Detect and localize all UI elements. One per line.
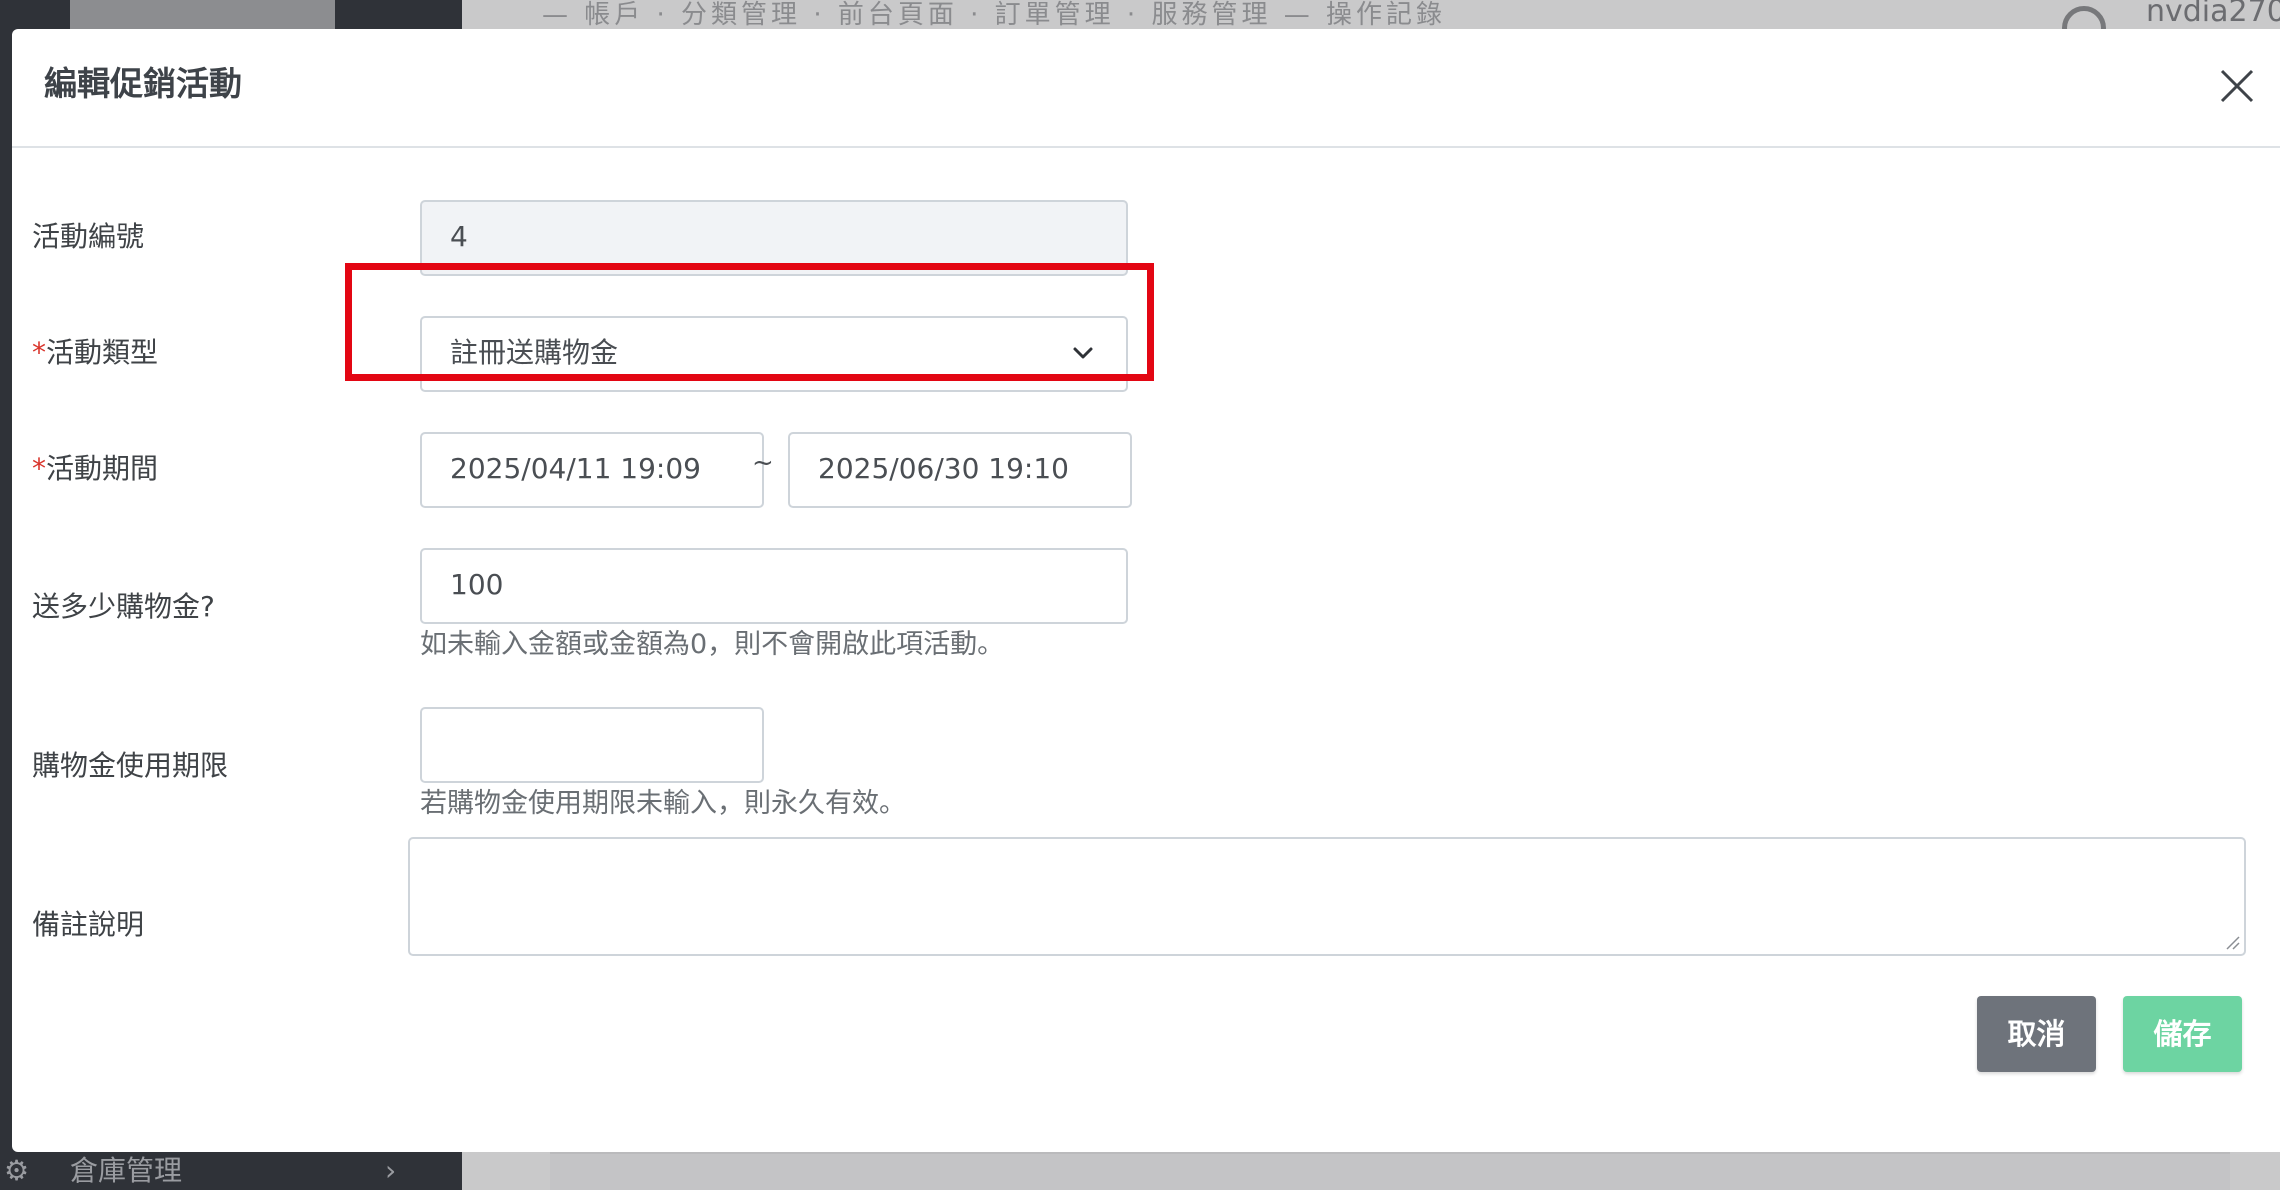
edit-promotion-modal: 編輯促銷活動 — [12, 29, 2280, 1152]
background-sidebar-item-warehouse: ⚙ 倉庫管理 › — [0, 1152, 462, 1190]
notes-label: 備註說明 — [32, 908, 145, 941]
close-button[interactable] — [2212, 61, 2262, 111]
end-datetime-value: 2025/06/30 19:10 — [818, 452, 1069, 485]
background-sidebar-item-label: 倉庫管理 — [70, 1154, 183, 1187]
credit-amount-label: 送多少購物金? — [32, 590, 215, 623]
credit-amount-value: 100 — [450, 568, 504, 601]
modal-header: 編輯促銷活動 — [12, 29, 2280, 148]
activity-id-value: 4 — [450, 220, 468, 253]
credit-expiry-label: 購物金使用期限 — [32, 749, 229, 782]
background-sidebar-highlight — [70, 0, 335, 30]
background-nav-links: — 帳戶 · 分類管理 · 前台頁面 · 訂單管理 · 服務管理 — 操作記錄 — [542, 0, 1446, 30]
activity-type-label: *活動類型 — [32, 333, 158, 373]
activity-period-label-text: 活動期間 — [46, 452, 159, 485]
end-datetime-input[interactable]: 2025/06/30 19:10 — [788, 432, 1132, 508]
background-content — [550, 1152, 2230, 1190]
credit-expiry-input[interactable] — [420, 707, 764, 783]
warehouse-icon: ⚙ — [4, 1154, 30, 1187]
credit-amount-input[interactable]: 100 — [420, 548, 1128, 624]
chevron-right-icon: › — [385, 1154, 397, 1187]
resize-grip-icon[interactable] — [2224, 934, 2240, 950]
cancel-button[interactable]: 取消 — [1977, 996, 2096, 1072]
activity-period-label: *活動期間 — [32, 449, 158, 489]
modal-title: 編輯促銷活動 — [44, 64, 242, 103]
start-datetime-input[interactable]: 2025/04/11 19:09 — [420, 432, 764, 508]
required-mark: * — [32, 452, 46, 485]
close-icon — [2220, 69, 2254, 103]
start-datetime-value: 2025/04/11 19:09 — [450, 452, 701, 485]
highlight-annotation-box — [345, 263, 1154, 381]
background-topbar: — 帳戶 · 分類管理 · 前台頁面 · 訂單管理 · 服務管理 — 操作記錄 … — [462, 0, 2280, 50]
credit-amount-help: 如未輸入金額或金額為0，則不會開啟此項活動。 — [420, 629, 1005, 660]
activity-id-label: 活動編號 — [32, 220, 145, 253]
background-divider — [550, 1152, 2230, 1154]
credit-expiry-help: 若購物金使用期限未輸入，則永久有效。 — [420, 788, 906, 819]
background-user-name: nvdia270 — [2146, 0, 2280, 29]
save-button[interactable]: 儲存 — [2123, 996, 2242, 1072]
required-mark: * — [32, 336, 46, 369]
activity-type-label-text: 活動類型 — [46, 336, 159, 369]
notes-textarea[interactable] — [408, 837, 2246, 956]
date-range-separator: ~ — [752, 448, 774, 478]
